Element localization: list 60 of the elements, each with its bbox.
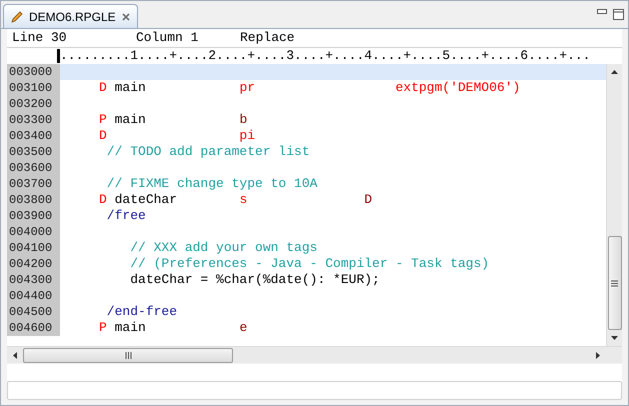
code-text: main [114, 112, 146, 127]
code-text: main [114, 80, 146, 95]
line-number: 003000 [7, 64, 60, 80]
code-comment: // XXX add your own tags [129, 240, 318, 255]
line-number: 004200 [7, 256, 60, 272]
spec-keyword: D [98, 128, 107, 143]
column-ruler: .........1....+....2....+....3....+....4....+....5....+....6....+... [60, 47, 590, 66]
line-number: 004500 [7, 304, 60, 320]
column-indicator: Column 1 [136, 29, 200, 48]
line-number: 003800 [7, 192, 60, 208]
code-text: dateChar [114, 192, 178, 207]
scroll-up-icon[interactable] [611, 70, 618, 74]
code-comment: // (Preferences - Java - Compiler - Task tags) [129, 256, 490, 271]
line-number: 004100 [7, 240, 60, 256]
ruler-cursor [57, 49, 60, 63]
line-number: 003700 [7, 176, 60, 192]
line-number: 003900 [7, 208, 60, 224]
line-number: 003400 [7, 128, 60, 144]
scroll-right-icon[interactable] [596, 352, 600, 358]
spec-keyword: pr [238, 80, 256, 95]
close-icon[interactable] [120, 12, 131, 22]
pencil-icon [10, 10, 24, 24]
type-keyword: e [238, 320, 248, 335]
spec-keyword: pi [238, 128, 256, 143]
spec-keyword: P [98, 320, 107, 335]
input-field[interactable] [7, 381, 622, 400]
code-comment: // TODO add parameter list [106, 144, 310, 159]
spec-keyword: D [98, 192, 107, 207]
compiler-directive: /free [106, 208, 146, 223]
line-number: 003100 [7, 80, 60, 96]
spec-keyword: extpgm('DEMO06') [394, 80, 520, 95]
line-number: 003300 [7, 112, 60, 128]
code-comment: // FIXME change type to 10A [106, 176, 318, 191]
maximize-icon[interactable] [613, 9, 624, 20]
minimize-icon[interactable] [597, 9, 607, 15]
line-number: 003500 [7, 144, 60, 160]
scroll-thumb[interactable] [608, 236, 622, 330]
vertical-scrollbar[interactable] [606, 64, 622, 346]
line-number: 004400 [7, 288, 60, 304]
type-keyword: b [238, 112, 248, 127]
code-text: dateChar = %char(%date(): *EUR); [129, 272, 380, 287]
horizontal-scrollbar[interactable] [7, 346, 622, 363]
spec-keyword: D [98, 80, 107, 95]
spec-keyword: s [238, 192, 248, 207]
spec-keyword: P [98, 112, 107, 127]
scroll-down-icon[interactable] [611, 336, 618, 340]
line-number: 004000 [7, 224, 60, 240]
line-number: 003600 [7, 160, 60, 176]
line-indicator: Line 30 [12, 29, 68, 48]
type-keyword: D [363, 192, 372, 207]
compiler-directive: /end-free [106, 304, 178, 319]
line-number: 004300 [7, 272, 60, 288]
scroll-left-icon[interactable] [13, 352, 17, 358]
editor-tab[interactable]: DEMO6.RPGLE [3, 4, 138, 28]
mode-indicator: Replace [240, 29, 295, 48]
tab-title: DEMO6.RPGLE [29, 8, 116, 26]
code-text: main [114, 320, 146, 335]
line-number: 003200 [7, 96, 60, 112]
line-number: 004600 [7, 320, 60, 336]
scroll-thumb[interactable] [23, 348, 233, 362]
